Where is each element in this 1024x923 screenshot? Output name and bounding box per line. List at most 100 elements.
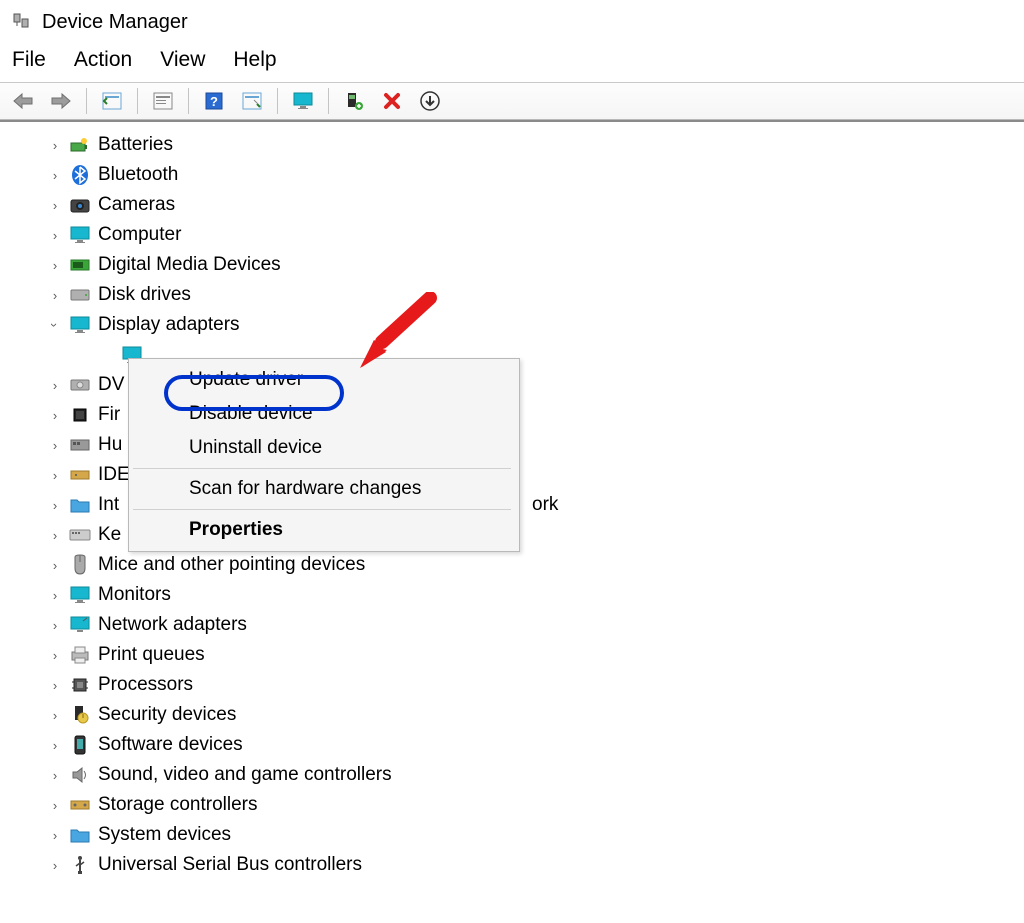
folder-icon [68, 493, 92, 517]
context-disable-device[interactable]: Disable device [131, 397, 517, 431]
chevron-right-icon[interactable]: › [48, 468, 62, 482]
menu-action[interactable]: Action [74, 48, 132, 72]
keyboard-icon [68, 523, 92, 547]
battery-icon [68, 133, 92, 157]
usb-icon [68, 853, 92, 877]
svg-text:?: ? [210, 94, 218, 109]
menu-file[interactable]: File [12, 48, 46, 72]
chevron-right-icon[interactable]: › [48, 588, 62, 602]
device-manager-app-icon [10, 11, 32, 33]
tree-label: Software devices [98, 734, 243, 756]
chevron-right-icon[interactable]: › [48, 288, 62, 302]
tree-item-digital-media[interactable]: › Digital Media Devices [12, 250, 1024, 280]
toolbar-separator [137, 88, 138, 114]
forward-button[interactable] [44, 86, 78, 116]
disk-drive-icon [68, 283, 92, 307]
chevron-right-icon[interactable]: › [48, 678, 62, 692]
toolbar-separator [188, 88, 189, 114]
hid-icon [68, 433, 92, 457]
chevron-right-icon[interactable]: › [48, 858, 62, 872]
firmware-chip-icon [68, 403, 92, 427]
toolbar-separator [86, 88, 87, 114]
tree-item-software-devices[interactable]: › Software devices [12, 730, 1024, 760]
network-adapter-icon [68, 613, 92, 637]
tree-item-monitors[interactable]: › Monitors [12, 580, 1024, 610]
tree-item-batteries[interactable]: › Batteries [12, 130, 1024, 160]
chevron-right-icon[interactable]: › [48, 408, 62, 422]
tree-item-usb-controllers[interactable]: › Universal Serial Bus controllers [12, 850, 1024, 880]
chevron-right-icon[interactable]: › [48, 738, 62, 752]
toolbar-separator [277, 88, 278, 114]
media-device-icon [68, 253, 92, 277]
remove-device-button[interactable] [375, 86, 409, 116]
chevron-down-icon[interactable]: › [48, 318, 62, 332]
tree-item-cameras[interactable]: › Cameras [12, 190, 1024, 220]
dvd-drive-icon [68, 373, 92, 397]
menu-help[interactable]: Help [233, 48, 276, 72]
chevron-right-icon[interactable]: › [48, 198, 62, 212]
tree-label: IDE [98, 464, 130, 486]
camera-icon [68, 193, 92, 217]
scan-hardware-button[interactable] [235, 86, 269, 116]
help-button[interactable]: ? [197, 86, 231, 116]
tree-item-bluetooth[interactable]: › Bluetooth [12, 160, 1024, 190]
chevron-right-icon[interactable]: › [48, 618, 62, 632]
chevron-right-icon[interactable]: › [48, 798, 62, 812]
tree-item-display-adapters[interactable]: › Display adapters [12, 310, 1024, 340]
properties-button[interactable] [146, 86, 180, 116]
show-hide-console-button[interactable] [95, 86, 129, 116]
context-separator [133, 468, 511, 469]
tree-item-disk-drives[interactable]: › Disk drives [12, 280, 1024, 310]
tree-label-trail: ork [532, 494, 558, 516]
chevron-right-icon[interactable]: › [48, 378, 62, 392]
tree-label: Display adapters [98, 314, 240, 336]
context-scan-hardware[interactable]: Scan for hardware changes [131, 472, 517, 506]
tree-label: Mice and other pointing devices [98, 554, 365, 576]
chevron-right-icon[interactable]: › [48, 558, 62, 572]
tree-label: Monitors [98, 584, 171, 606]
tree-label: Bluetooth [98, 164, 178, 186]
chevron-right-icon[interactable]: › [48, 228, 62, 242]
chevron-right-icon[interactable]: › [48, 528, 62, 542]
software-device-icon [68, 733, 92, 757]
back-button[interactable] [6, 86, 40, 116]
context-uninstall-device[interactable]: Uninstall device [131, 431, 517, 465]
tree-item-computer[interactable]: › Computer [12, 220, 1024, 250]
context-properties[interactable]: Properties [131, 513, 517, 547]
processor-chip-icon [68, 673, 92, 697]
chevron-right-icon[interactable]: › [48, 768, 62, 782]
chevron-right-icon[interactable]: › [48, 138, 62, 152]
tree-label: Print queues [98, 644, 205, 666]
tree-item-network-adapters[interactable]: › Network adapters [12, 610, 1024, 640]
chevron-right-icon[interactable]: › [48, 258, 62, 272]
display-adapter-monitor-icon [68, 313, 92, 337]
tree-label: Storage controllers [98, 794, 257, 816]
menu-view[interactable]: View [160, 48, 205, 72]
tree-item-mice[interactable]: › Mice and other pointing devices [12, 550, 1024, 580]
tree-label: Sound, video and game controllers [98, 764, 392, 786]
chevron-right-icon[interactable]: › [48, 168, 62, 182]
tree-item-security-devices[interactable]: › Security devices [12, 700, 1024, 730]
chevron-right-icon[interactable]: › [48, 648, 62, 662]
tree-item-storage-controllers[interactable]: › Storage controllers [12, 790, 1024, 820]
tree-item-system-devices[interactable]: › System devices [12, 820, 1024, 850]
tree-label: Computer [98, 224, 181, 246]
tree-label: Hu [98, 434, 122, 456]
storage-controller-icon [68, 793, 92, 817]
tree-label: Digital Media Devices [98, 254, 281, 276]
install-driver-button[interactable] [413, 86, 447, 116]
tree-item-print-queues[interactable]: › Print queues [12, 640, 1024, 670]
tree-item-processors[interactable]: › Processors [12, 670, 1024, 700]
monitor-icon [68, 583, 92, 607]
chevron-right-icon[interactable]: › [48, 828, 62, 842]
tree-label: System devices [98, 824, 231, 846]
tree-label: Ke [98, 524, 121, 546]
chevron-right-icon[interactable]: › [48, 708, 62, 722]
context-update-driver[interactable]: Update driver [131, 363, 517, 397]
monitor-button[interactable] [286, 86, 320, 116]
add-device-button[interactable] [337, 86, 371, 116]
title-bar: Device Manager [0, 0, 1024, 44]
tree-item-sound[interactable]: › Sound, video and game controllers [12, 760, 1024, 790]
chevron-right-icon[interactable]: › [48, 498, 62, 512]
chevron-right-icon[interactable]: › [48, 438, 62, 452]
